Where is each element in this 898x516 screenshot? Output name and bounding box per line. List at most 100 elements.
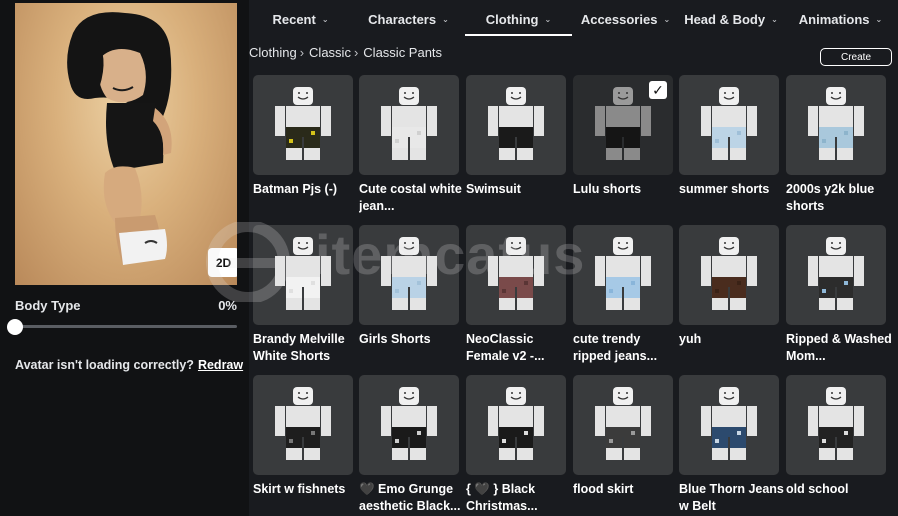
item-thumbnail[interactable]	[359, 225, 459, 325]
item-name[interactable]: Blue Thorn Jeans w Belt	[679, 481, 785, 515]
category-tabs: Recent ⌄ Characters ⌄ Clothing ⌄ Accessories ⌄ H…	[249, 4, 898, 36]
item-card[interactable]: Brandy Melville White Shorts	[253, 225, 353, 365]
item-card[interactable]: old school	[786, 375, 886, 498]
tab-head-body[interactable]: Head & Body ⌄	[679, 4, 783, 35]
item-thumbnail[interactable]	[359, 75, 459, 175]
inventory-panel: Recent ⌄ Characters ⌄ Clothing ⌄ Accessories ⌄ H…	[249, 0, 898, 516]
mannequin-preview-icon	[488, 237, 544, 310]
item-name[interactable]: Girls Shorts	[359, 331, 465, 348]
item-thumbnail[interactable]	[253, 375, 353, 475]
tab-label: Recent	[272, 12, 316, 27]
item-card[interactable]: flood skirt	[573, 375, 673, 498]
mannequin-preview-icon	[381, 87, 437, 160]
item-name[interactable]: Batman Pjs (-)	[253, 181, 359, 198]
chevron-down-icon: ⌄	[663, 15, 671, 24]
tab-accessories[interactable]: Accessories ⌄	[572, 4, 679, 35]
tab-recent[interactable]: Recent ⌄	[249, 4, 352, 35]
item-name[interactable]: old school	[786, 481, 892, 498]
item-thumbnail[interactable]	[359, 375, 459, 475]
mannequin-preview-icon	[381, 237, 437, 310]
item-card[interactable]: Girls Shorts	[359, 225, 459, 348]
breadcrumb-item[interactable]: Clothing	[249, 45, 297, 60]
item-name[interactable]: yuh	[679, 331, 785, 348]
mannequin-preview-icon	[488, 87, 544, 160]
item-thumbnail[interactable]	[679, 225, 779, 325]
chevron-right-icon: ›	[353, 45, 359, 60]
tab-clothing[interactable]: Clothing ⌄	[465, 4, 572, 36]
item-thumbnail[interactable]	[679, 375, 779, 475]
item-thumbnail[interactable]: ✓	[573, 75, 673, 175]
item-name[interactable]: { 🖤 } Black Christmas...	[466, 481, 572, 515]
item-card[interactable]: Batman Pjs (-)	[253, 75, 353, 198]
item-card[interactable]: 🖤 Emo Grunge aesthetic Black...	[359, 375, 460, 515]
loading-help: Avatar isn't loading correctly? Redraw	[15, 358, 243, 372]
body-type-slider-thumb[interactable]	[7, 319, 23, 335]
item-name[interactable]: 🖤 Emo Grunge aesthetic Black...	[359, 481, 465, 515]
item-card[interactable]: summer shorts	[679, 75, 779, 198]
item-name[interactable]: Ripped & Washed Mom...	[786, 331, 892, 365]
item-thumbnail[interactable]	[466, 225, 566, 325]
avatar-figure	[67, 12, 172, 265]
chevron-down-icon: ⌄	[544, 15, 552, 24]
item-card[interactable]: Cute costal white jean...	[359, 75, 462, 215]
mannequin-preview-icon	[488, 387, 544, 460]
tab-label: Characters	[368, 12, 437, 27]
selected-check-icon[interactable]: ✓	[649, 81, 667, 99]
tab-characters[interactable]: Characters ⌄	[352, 4, 465, 35]
item-thumbnail[interactable]	[679, 75, 779, 175]
view-mode-2d-button[interactable]: 2D	[208, 248, 237, 277]
breadcrumb-item: Classic Pants	[363, 45, 443, 60]
item-name[interactable]: Skirt w fishnets	[253, 481, 359, 498]
chevron-right-icon: ›	[299, 45, 305, 60]
breadcrumb-item[interactable]: Classic	[309, 45, 351, 60]
item-card[interactable]: Ripped & Washed Mom...	[786, 225, 892, 365]
chevron-down-icon: ⌄	[771, 15, 778, 24]
item-name[interactable]: cute trendy ripped jeans...	[573, 331, 679, 365]
item-card[interactable]: { 🖤 } Black Christmas...	[466, 375, 566, 515]
item-thumbnail[interactable]	[786, 375, 886, 475]
mannequin-preview-icon	[275, 87, 331, 160]
item-thumbnail[interactable]	[466, 75, 566, 175]
item-thumbnail[interactable]	[786, 225, 886, 325]
chevron-down-icon: ⌄	[442, 15, 449, 24]
body-type-label: Body Type	[15, 298, 81, 313]
item-name[interactable]: Brandy Melville White Shorts	[253, 331, 359, 365]
item-name[interactable]: summer shorts	[679, 181, 785, 198]
tab-label: Accessories	[580, 12, 658, 27]
item-card[interactable]: 2000s y2k blue shorts	[786, 75, 886, 215]
mannequin-preview-icon	[808, 387, 864, 460]
item-name[interactable]: NeoClassic Female v2 -...	[466, 331, 572, 365]
tab-animations[interactable]: Animations ⌄	[783, 4, 898, 35]
item-card[interactable]: ✓ Lulu shorts	[573, 75, 673, 198]
item-name[interactable]: flood skirt	[573, 481, 679, 498]
item-card[interactable]: cute trendy ripped jeans...	[573, 225, 673, 365]
body-type-value: 0%	[218, 298, 237, 313]
item-card[interactable]: Skirt w fishnets	[253, 375, 353, 498]
create-button[interactable]: Create	[820, 48, 892, 66]
mannequin-preview-icon	[808, 237, 864, 310]
item-name[interactable]: Swimsuit	[466, 181, 572, 198]
mannequin-preview-icon	[275, 237, 331, 310]
avatar-panel: 2D Body Type 0% Avatar isn't loading cor…	[0, 0, 250, 516]
item-thumbnail[interactable]	[573, 225, 673, 325]
item-card[interactable]: Blue Thorn Jeans w Belt	[679, 375, 784, 515]
redraw-link[interactable]: Redraw	[198, 358, 243, 372]
item-name[interactable]: Lulu shorts	[573, 181, 679, 198]
chevron-down-icon: ⌄	[875, 15, 883, 24]
tab-label: Animations	[798, 12, 870, 27]
item-thumbnail[interactable]	[253, 75, 353, 175]
item-name[interactable]: Cute costal white jean...	[359, 181, 465, 215]
item-thumbnail[interactable]	[573, 375, 673, 475]
item-thumbnail[interactable]	[786, 75, 886, 175]
item-thumbnail[interactable]	[466, 375, 566, 475]
body-type-slider-track[interactable]	[15, 325, 237, 328]
mannequin-preview-icon	[701, 237, 757, 310]
tab-label: Clothing	[485, 12, 539, 27]
item-card[interactable]: Swimsuit	[466, 75, 566, 198]
item-card[interactable]: yuh	[679, 225, 779, 348]
loading-note-text: Avatar isn't loading correctly?	[15, 358, 194, 372]
item-name[interactable]: 2000s y2k blue shorts	[786, 181, 892, 215]
item-thumbnail[interactable]	[253, 225, 353, 325]
avatar-preview[interactable]: 2D	[15, 3, 237, 285]
item-card[interactable]: NeoClassic Female v2 -...	[466, 225, 566, 365]
